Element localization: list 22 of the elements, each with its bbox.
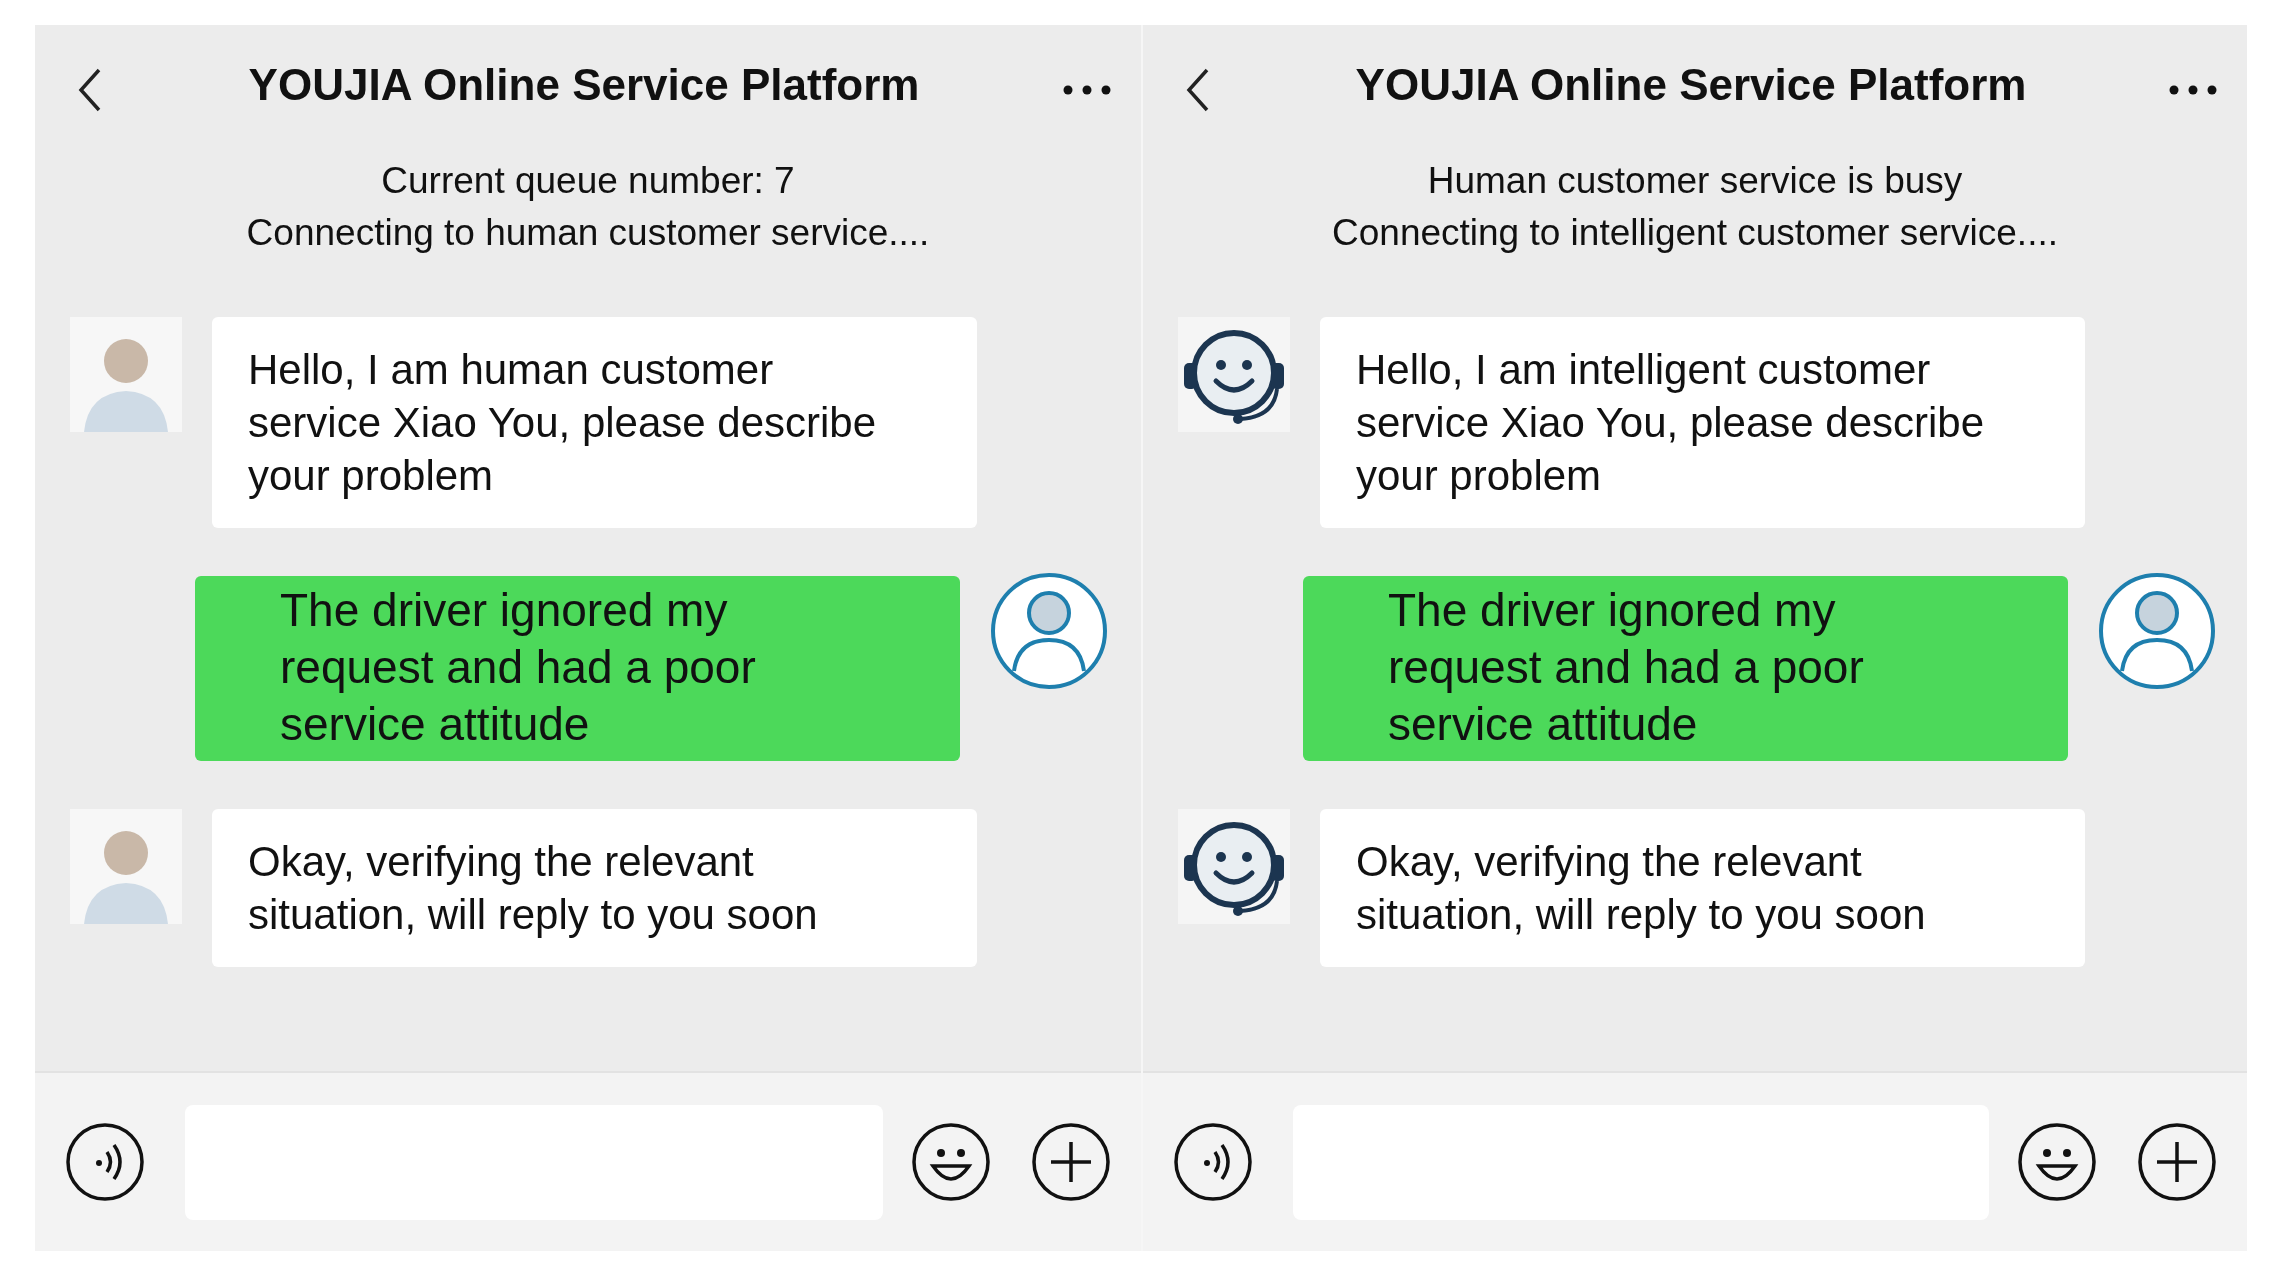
screen-title: YOUJIA Online Service Platform	[1354, 59, 2028, 111]
headset-smiley-avatar-icon	[1178, 809, 1290, 924]
emoji-icon[interactable]	[911, 1122, 991, 1202]
more-icon[interactable]	[2169, 85, 2217, 95]
screen-title: YOUJIA Online Service Platform	[247, 59, 921, 111]
message-bubble: Okay, verifying the relevant situation, will reply to you soon	[1320, 809, 2085, 967]
voice-icon[interactable]	[65, 1122, 145, 1202]
headset-smiley-avatar-icon	[1178, 317, 1290, 432]
status-text: Human customer service is busy	[1426, 159, 1964, 203]
status-text: Connecting to intelligent customer service....	[1331, 211, 2059, 255]
plus-icon[interactable]	[2137, 1122, 2217, 1202]
message-bubble: Hello, I am human customer service Xiao You, please describe your problem	[212, 317, 977, 528]
message-bubble: Okay, verifying the relevant situation, will reply to you soon	[212, 809, 977, 967]
status-text: Current queue number: 7	[380, 159, 796, 203]
emoji-icon[interactable]	[2017, 1122, 2097, 1202]
more-icon[interactable]	[1063, 85, 1111, 95]
message-bubble: The driver ignored my request and had a poor service attitude	[195, 576, 960, 761]
message-bubble: Hello, I am intelligent customer service Xiao You, please describe your problem	[1320, 317, 2085, 528]
plus-icon[interactable]	[1031, 1122, 1111, 1202]
message-bubble: The driver ignored my request and had a poor service attitude	[1303, 576, 2068, 761]
voice-icon[interactable]	[1173, 1122, 1253, 1202]
status-text: Connecting to human customer service....	[245, 211, 931, 255]
